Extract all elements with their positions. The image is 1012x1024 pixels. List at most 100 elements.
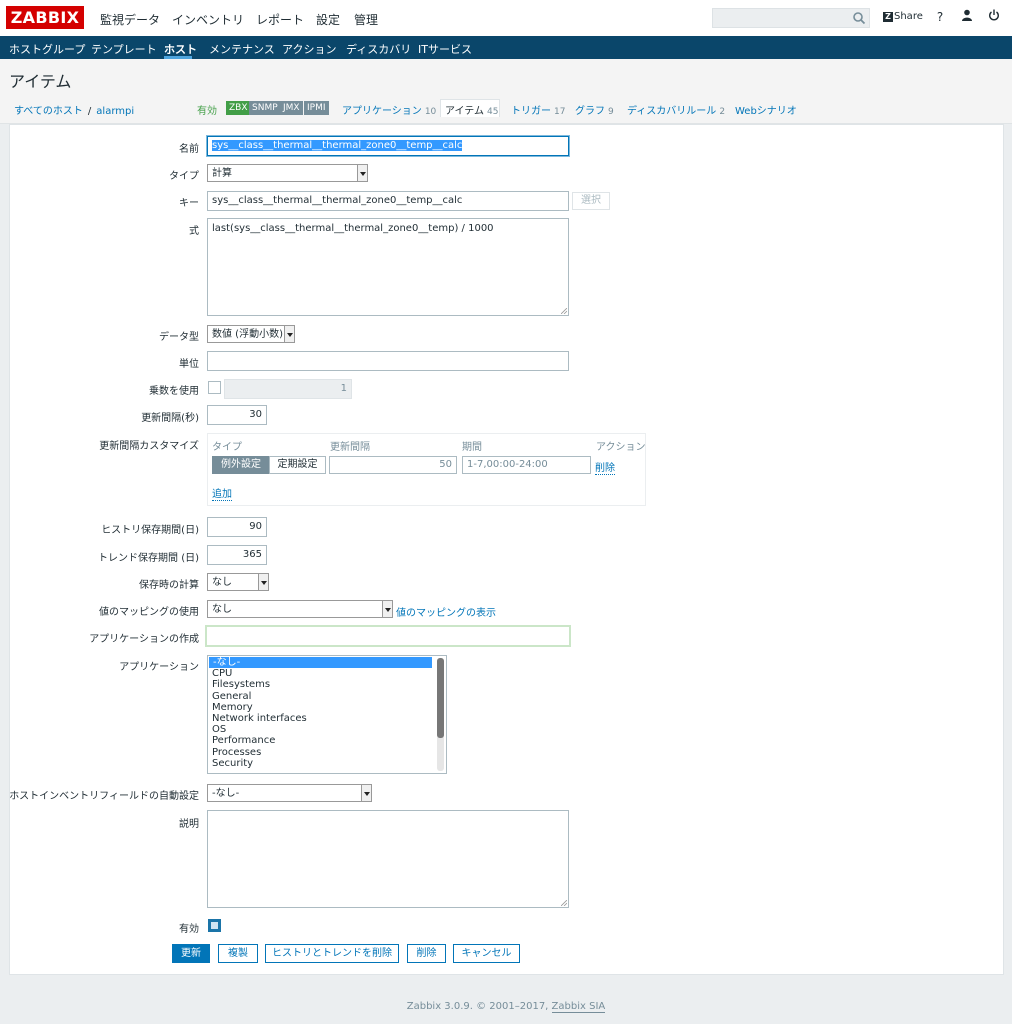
tab-graphs[interactable]: グラフ 9 (575, 102, 614, 117)
chevron-down-icon (361, 785, 371, 801)
tab-web-scenarios[interactable]: Webシナリオ (735, 102, 797, 117)
subnav-discovery[interactable]: ディスカバリ (346, 41, 411, 57)
value-map-select[interactable]: なし (207, 600, 393, 618)
list-item[interactable]: CPU (208, 668, 432, 679)
description-textarea[interactable] (207, 810, 569, 908)
list-item[interactable]: Filesystems (208, 679, 432, 690)
search-icon[interactable] (852, 11, 866, 25)
subnav-host-groups[interactable]: ホストグループ (9, 41, 85, 57)
custom-interval-add-link[interactable]: 追加 (212, 485, 232, 501)
list-item[interactable]: Processes (208, 747, 432, 758)
cancel-button[interactable]: キャンセル (453, 944, 520, 963)
share-link[interactable]: Z Share (883, 11, 923, 22)
top-bar: ZABBIX 監視データ インベントリ レポート 設定 管理 Z Share ? (0, 0, 1012, 36)
applications-listbox[interactable]: -なし- CPU Filesystems General Memory Netw… (207, 655, 447, 774)
store-value-select[interactable]: なし (207, 573, 269, 591)
trends-input[interactable]: 365 (207, 545, 267, 565)
host-status-enabled[interactable]: 有効 (197, 102, 217, 117)
data-type-value: 数値 (浮動小数) (212, 329, 283, 340)
label-units: 単位 (179, 359, 199, 370)
badge-snmp: SNMP (249, 101, 281, 115)
badge-zbx: ZBX (226, 101, 251, 115)
nav-reports[interactable]: レポート (256, 11, 304, 28)
formula-textarea[interactable]: last(sys__class__thermal__thermal_zone0_… (207, 218, 569, 316)
sub-nav: ホストグループ テンプレート ホスト メンテナンス アクション ディスカバリ I… (0, 36, 1012, 59)
sign-out-icon[interactable] (986, 9, 1002, 25)
type-select[interactable]: 計算 (207, 164, 368, 182)
custom-period-input[interactable]: 1-7,00:00-24:00 (462, 456, 591, 474)
clone-button[interactable]: 複製 (218, 944, 258, 963)
interval-input[interactable]: 30 (207, 405, 267, 425)
data-type-select[interactable]: 数値 (浮動小数) (207, 325, 295, 343)
nav-administration[interactable]: 管理 (354, 11, 378, 28)
inventory-select[interactable]: -なし- (207, 784, 372, 802)
listbox-scrollbar[interactable] (437, 658, 444, 771)
list-item[interactable]: OS (208, 724, 432, 735)
share-label: Share (894, 11, 923, 22)
label-key: キー (179, 198, 199, 209)
list-item[interactable]: Memory (208, 702, 432, 713)
chevron-down-icon (382, 601, 392, 617)
clear-history-button[interactable]: ヒストリとトレンドを削除 (265, 944, 399, 963)
show-value-mappings-link[interactable]: 値のマッピングの表示 (396, 604, 496, 619)
help-icon[interactable]: ? (932, 9, 948, 25)
list-item[interactable]: Network interfaces (208, 713, 432, 724)
label-new-application: アプリケーションの作成 (89, 634, 199, 645)
list-item[interactable]: Performance (208, 735, 432, 746)
tab-triggers[interactable]: トリガー 17 (511, 102, 565, 117)
tab-items[interactable]: アイテム 45 (445, 102, 498, 117)
subnav-maintenance[interactable]: メンテナンス (209, 41, 275, 57)
subnav-actions[interactable]: アクション (282, 41, 336, 57)
page-header (0, 59, 1012, 124)
badge-jmx: JMX (280, 101, 303, 115)
new-application-input[interactable] (205, 625, 571, 647)
multiplier-checkbox[interactable] (208, 381, 221, 394)
col-header-period: 期間 (462, 442, 482, 453)
custom-interval-remove-link[interactable]: 削除 (595, 459, 615, 475)
label-history: ヒストリ保存期間(日) (101, 525, 199, 536)
label-applications: アプリケーション (119, 662, 199, 673)
label-type: タイプ (169, 171, 199, 182)
col-header-action: アクション (596, 442, 646, 453)
update-button[interactable]: 更新 (172, 944, 210, 963)
delete-button[interactable]: 削除 (407, 944, 446, 963)
label-store-value: 保存時の計算 (139, 580, 199, 591)
custom-interval-input[interactable]: 50 (329, 456, 457, 474)
enabled-checkbox[interactable] (208, 919, 221, 932)
subnav-templates[interactable]: テンプレート (91, 41, 157, 57)
name-input[interactable]: sys__class__thermal__thermal_zone0__temp… (207, 136, 569, 156)
nav-inventory[interactable]: インベントリ (172, 11, 244, 28)
list-item[interactable]: -なし- (209, 657, 432, 669)
label-name: 名前 (179, 144, 199, 155)
zabbix-logo[interactable]: ZABBIX (6, 6, 84, 29)
scrollbar-thumb[interactable] (437, 658, 444, 738)
footer-link[interactable]: Zabbix SIA (551, 1001, 606, 1013)
nav-monitoring[interactable]: 監視データ (100, 11, 160, 28)
search-input[interactable] (712, 8, 870, 28)
chevron-down-icon (258, 574, 268, 590)
col-header-type: タイプ (212, 442, 242, 453)
badge-ipmi: IPMI (304, 101, 329, 115)
resize-grip-icon[interactable] (561, 308, 567, 314)
subnav-it-services[interactable]: ITサービス (418, 41, 472, 57)
key-select-button[interactable]: 選択 (572, 192, 610, 210)
subnav-hosts[interactable]: ホスト (164, 41, 197, 57)
chevron-down-icon (357, 165, 367, 181)
units-input[interactable] (207, 351, 569, 371)
key-input[interactable]: sys__class__thermal__thermal_zone0__temp… (207, 191, 569, 211)
nav-configuration[interactable]: 設定 (316, 11, 340, 28)
flexible-type-button[interactable]: 例外設定 (212, 456, 270, 474)
list-item[interactable]: Security (208, 758, 432, 769)
resize-grip-icon[interactable] (561, 900, 567, 906)
multiplier-input: 1 (224, 379, 352, 399)
tab-applications[interactable]: アプリケーション 10 (342, 102, 436, 117)
name-input-value: sys__class__thermal__thermal_zone0__temp… (212, 140, 463, 151)
history-input[interactable]: 90 (207, 517, 267, 537)
scheduling-type-button[interactable]: 定期設定 (269, 456, 326, 474)
user-profile-icon[interactable] (959, 9, 975, 25)
list-item[interactable]: General (208, 691, 432, 702)
inventory-value: -なし- (212, 788, 240, 799)
tab-discovery-rules[interactable]: ディスカバリルール 2 (627, 102, 725, 117)
breadcrumb-all-hosts[interactable]: すべてのホスト (14, 106, 83, 117)
breadcrumb-host[interactable]: alarmpi (96, 106, 134, 117)
